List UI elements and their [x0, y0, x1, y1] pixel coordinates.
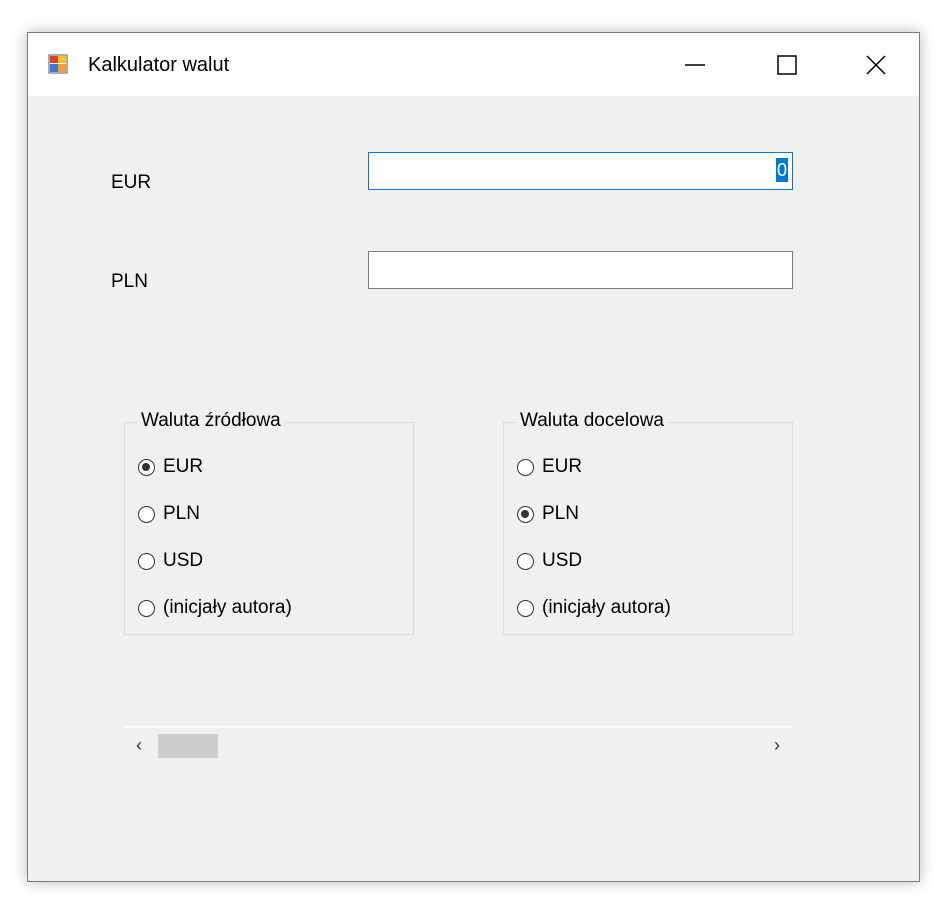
- target-currency-option[interactable]: (inicjały autora): [517, 597, 671, 619]
- scroll-thumb[interactable]: [158, 734, 218, 758]
- source-currency-option[interactable]: EUR: [138, 456, 203, 478]
- chevron-left-icon: ‹: [136, 734, 142, 755]
- radio-label: EUR: [542, 456, 583, 477]
- radio-label: USD: [163, 550, 204, 571]
- pln-input[interactable]: [368, 251, 793, 289]
- target-currency-title: Waluta docelowa: [516, 409, 668, 433]
- maximize-icon: [777, 54, 797, 75]
- close-button[interactable]: [833, 33, 919, 96]
- target-currency-option[interactable]: PLN: [517, 503, 579, 525]
- form-icon: [48, 54, 68, 74]
- app-window: Kalkulator walut EUR 0 PLN Waluta źródło…: [27, 32, 920, 882]
- pln-label: PLN: [111, 271, 148, 292]
- radio-button[interactable]: [138, 505, 155, 523]
- close-icon: [866, 54, 886, 75]
- radio-button[interactable]: [138, 552, 155, 570]
- chevron-right-icon: ›: [774, 734, 780, 755]
- eur-input[interactable]: 0: [368, 152, 793, 190]
- maximize-button[interactable]: [741, 33, 833, 96]
- radio-label: PLN: [542, 503, 579, 524]
- title-bar[interactable]: Kalkulator walut: [28, 33, 919, 96]
- target-currency-group: Waluta docelowa EUR PLN USD (inicjały autor…: [503, 409, 793, 635]
- radio-label: (inicjały autora): [542, 597, 671, 618]
- target-currency-option[interactable]: EUR: [517, 456, 582, 478]
- radio-label: (inicjały autora): [163, 597, 292, 618]
- horizontal-scrollbar[interactable]: ‹ ›: [124, 726, 792, 762]
- radio-button[interactable]: [138, 458, 155, 476]
- radio-button[interactable]: [138, 599, 155, 617]
- radio-label: PLN: [163, 503, 200, 524]
- scroll-left-button[interactable]: ‹: [124, 728, 154, 762]
- radio-label: USD: [542, 550, 583, 571]
- radio-button[interactable]: [517, 599, 534, 617]
- minimize-button[interactable]: [649, 33, 741, 96]
- window-title: Kalkulator walut: [88, 54, 230, 76]
- source-currency-option[interactable]: USD: [138, 550, 203, 572]
- source-currency-group: Waluta źródłowa EUR PLN USD (inicjały autor…: [124, 409, 414, 635]
- radio-label: EUR: [163, 456, 204, 477]
- target-currency-option[interactable]: USD: [517, 550, 582, 572]
- radio-button[interactable]: [517, 552, 534, 570]
- source-currency-option[interactable]: PLN: [138, 503, 200, 525]
- source-currency-option[interactable]: (inicjały autora): [138, 597, 292, 619]
- minimize-icon: [685, 63, 705, 66]
- scroll-right-button[interactable]: ›: [762, 728, 792, 762]
- eur-label: EUR: [111, 172, 152, 193]
- radio-button[interactable]: [517, 458, 534, 476]
- eur-input-value: 0: [775, 158, 788, 182]
- radio-button[interactable]: [517, 505, 534, 523]
- source-currency-title: Waluta źródłowa: [137, 409, 285, 433]
